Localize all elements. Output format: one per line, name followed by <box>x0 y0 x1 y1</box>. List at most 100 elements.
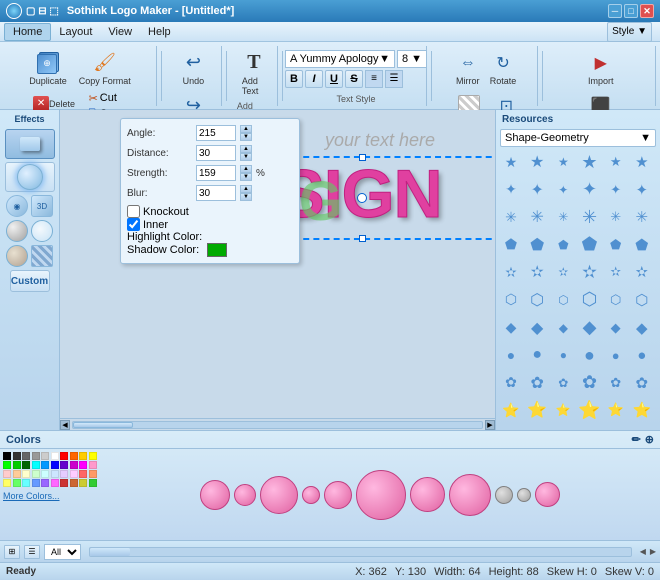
add-text-button[interactable]: T Add Text <box>237 48 271 99</box>
shape-item[interactable]: ⭐ <box>500 399 522 421</box>
color-swatch[interactable] <box>3 461 11 469</box>
import-button[interactable]: ▶ Import <box>584 48 618 89</box>
angle-up[interactable]: ▲ <box>240 125 252 133</box>
shape-item[interactable]: ⭐ <box>605 399 627 421</box>
inner-checkbox[interactable] <box>127 218 140 231</box>
shape-item[interactable]: ✫ <box>578 261 600 283</box>
color-swatch[interactable] <box>51 452 59 460</box>
color-swatch[interactable] <box>22 479 30 487</box>
shape-item[interactable]: ⬡ <box>526 289 548 311</box>
shape-item[interactable]: ✦ <box>631 179 653 201</box>
align-center-button[interactable]: ☰ <box>385 70 403 88</box>
blur-down[interactable]: ▼ <box>240 193 252 201</box>
color-swatch[interactable] <box>32 461 40 469</box>
strength-down[interactable]: ▼ <box>240 173 252 181</box>
window-controls[interactable]: ─ □ ✕ <box>608 4 654 18</box>
canvas-area[interactable]: Angle: ▲ ▼ Distance: ▲ ▼ Strength: <box>60 110 495 430</box>
color-swatch[interactable] <box>89 479 97 487</box>
shape-item[interactable]: ✦ <box>500 179 522 201</box>
close-button[interactable]: ✕ <box>640 4 654 18</box>
shape-item[interactable]: ✫ <box>526 261 548 283</box>
shape-item[interactable]: ◆ <box>578 317 600 339</box>
color-swatch[interactable] <box>70 452 78 460</box>
shape-item[interactable]: ◆ <box>605 317 627 339</box>
minimize-button[interactable]: ─ <box>608 4 622 18</box>
color-swatch[interactable] <box>60 461 68 469</box>
bold-button[interactable]: B <box>285 70 303 88</box>
color-swatch[interactable] <box>41 470 49 478</box>
shape-item[interactable]: ⭐ <box>631 399 653 421</box>
shape-item[interactable]: ⬟ <box>526 234 548 256</box>
shape-item[interactable]: ✿ <box>552 372 574 394</box>
strength-input[interactable] <box>196 165 236 181</box>
color-swatch[interactable] <box>3 470 11 478</box>
handle-bm[interactable] <box>359 235 366 242</box>
shape-item[interactable]: ✦ <box>605 179 627 201</box>
shape-item[interactable]: ⬟ <box>552 234 574 256</box>
shape-item[interactable]: ✿ <box>500 372 522 394</box>
effect-btn-pattern[interactable] <box>31 245 53 267</box>
color-swatch[interactable] <box>89 470 97 478</box>
shape-item[interactable]: ● <box>605 344 627 366</box>
effect-btn-texture[interactable] <box>6 245 28 267</box>
shape-item[interactable]: ✳ <box>578 206 600 228</box>
color-swatch[interactable] <box>60 479 68 487</box>
shape-item[interactable]: ⬡ <box>500 289 522 311</box>
effect-btn-text[interactable]: Custom <box>10 270 50 292</box>
color-swatch[interactable] <box>89 461 97 469</box>
color-swatch[interactable] <box>79 479 87 487</box>
shape-item[interactable]: ⭐ <box>578 399 600 421</box>
shape-item[interactable]: ⬟ <box>578 234 600 256</box>
shape-item[interactable]: ✫ <box>605 261 627 283</box>
color-swatch[interactable] <box>70 479 78 487</box>
effect-btn-glass[interactable] <box>31 220 53 242</box>
cut-button[interactable]: ✂ Cut <box>86 91 136 106</box>
distance-input[interactable] <box>196 145 236 161</box>
color-swatch[interactable] <box>22 461 30 469</box>
menu-view[interactable]: View <box>100 24 140 40</box>
shape-item[interactable]: ★ <box>605 151 627 173</box>
blur-up[interactable]: ▲ <box>240 185 252 193</box>
colors-edit-icon[interactable]: ✏ <box>632 433 641 446</box>
color-swatch[interactable] <box>3 452 11 460</box>
color-scroll-thumb[interactable] <box>90 548 130 556</box>
color-swatch[interactable] <box>70 470 78 478</box>
resources-dropdown[interactable]: Shape-Geometry ▼ <box>500 129 656 147</box>
shape-item[interactable]: ✫ <box>631 261 653 283</box>
shape-item[interactable]: ✳ <box>526 206 548 228</box>
shape-item[interactable]: ★ <box>552 151 574 173</box>
color-swatch[interactable] <box>32 470 40 478</box>
shape-item[interactable]: ✦ <box>526 179 548 201</box>
color-swatch[interactable] <box>13 479 21 487</box>
angle-down[interactable]: ▼ <box>240 133 252 141</box>
shape-item[interactable]: ● <box>526 344 548 366</box>
rotate-button[interactable]: ↻ Rotate <box>486 48 521 89</box>
shape-item[interactable]: ⬟ <box>605 234 627 256</box>
color-swatch[interactable] <box>79 452 87 460</box>
scroll-left[interactable]: ◀ <box>60 420 70 430</box>
shape-item[interactable]: ✳ <box>552 206 574 228</box>
color-swatch[interactable] <box>51 461 59 469</box>
color-swatch[interactable] <box>89 452 97 460</box>
shape-item[interactable]: ✳ <box>631 206 653 228</box>
shape-item[interactable]: ✿ <box>578 372 600 394</box>
blur-input[interactable] <box>196 185 236 201</box>
shape-item[interactable]: ⬡ <box>605 289 627 311</box>
shape-item[interactable]: ★ <box>500 151 522 173</box>
color-swatch[interactable] <box>13 461 21 469</box>
shape-item[interactable]: ◆ <box>552 317 574 339</box>
color-swatch[interactable] <box>70 461 78 469</box>
effect-btn-glow[interactable] <box>5 162 55 192</box>
shape-item[interactable]: ★ <box>526 151 548 173</box>
shape-item[interactable]: ★ <box>631 151 653 173</box>
italic-button[interactable]: I <box>305 70 323 88</box>
color-scroll-track[interactable] <box>89 547 632 557</box>
maximize-button[interactable]: □ <box>624 4 638 18</box>
color-swatch[interactable] <box>32 452 40 460</box>
shape-item[interactable]: ● <box>500 344 522 366</box>
shape-item[interactable]: ✦ <box>552 179 574 201</box>
scroll-arrow-left[interactable]: ◀ <box>640 547 646 556</box>
shape-item[interactable]: ✫ <box>500 261 522 283</box>
color-swatch[interactable] <box>41 479 49 487</box>
handle-tm[interactable] <box>359 154 366 161</box>
